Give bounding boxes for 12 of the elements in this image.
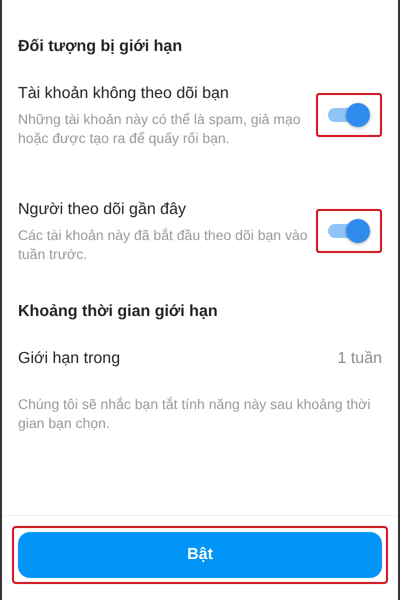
section-heading: Khoảng thời gian giới hạn — [18, 302, 219, 321]
item-title: Tài khoản không theo dõi bạn — [18, 84, 230, 104]
enable-button[interactable]: Bật — [18, 532, 382, 578]
section-heading: Đối tượng bị giới hạn — [18, 37, 184, 56]
item-description: Các tài khoản này đã bắt đầu theo dõi bạn vào tuần trước. — [18, 226, 309, 264]
info-note: Chúng tôi sẽ nhắc bạn tắt tính năng này sau khoảng thời gian bạn chọn. — [18, 394, 372, 433]
setting-value[interactable]: 1 tuần — [338, 346, 382, 371]
setting-label: Giới hạn trong — [18, 348, 120, 369]
item-title: Người theo dõi gần đây — [18, 200, 187, 220]
toggle-switch[interactable] — [326, 216, 372, 245]
item-description: Những tài khoản này có thể là spam, giả mạo hoặc được tạo ra để quấy rối bạn. — [18, 110, 302, 148]
toggle-switch[interactable] — [326, 101, 372, 130]
